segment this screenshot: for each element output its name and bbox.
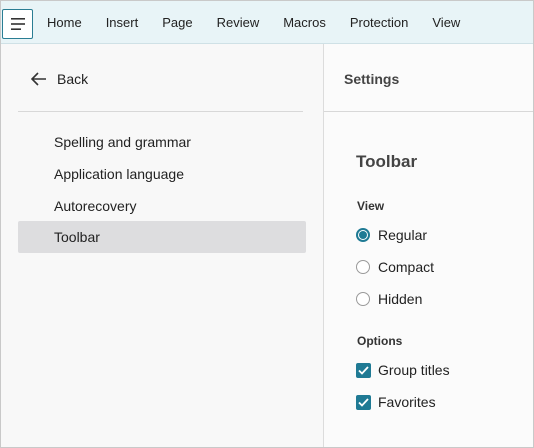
tab-review[interactable]: Review (205, 1, 272, 43)
tab-protection[interactable]: Protection (338, 1, 421, 43)
tab-macros[interactable]: Macros (271, 1, 338, 43)
main-menu-button[interactable] (2, 9, 33, 39)
page-title: Settings (344, 71, 400, 87)
tab-page[interactable]: Page (150, 1, 204, 43)
radio-button-selected[interactable] (356, 228, 370, 242)
checkmark-icon (358, 397, 369, 407)
checkbox-favorites[interactable]: Favorites (356, 392, 436, 412)
radio-label: Compact (378, 259, 435, 275)
sidebar-item-application-language[interactable]: Application language (18, 158, 306, 190)
header-divider (324, 111, 533, 112)
app-window: Home Insert Page Review Macros Protectio… (0, 0, 534, 448)
radio-regular[interactable]: Regular (356, 225, 427, 245)
sidebar-item-label: Spelling and grammar (54, 134, 191, 150)
radio-compact[interactable]: Compact (356, 257, 434, 277)
checkbox-checked[interactable] (356, 362, 371, 378)
settings-sidebar: Back Spelling and grammar Application la… (1, 44, 324, 447)
sidebar-item-label: Application language (54, 166, 184, 182)
sidebar-item-label: Autorecovery (54, 198, 137, 214)
radio-label: Hidden (378, 291, 423, 307)
arrow-left-icon (31, 72, 47, 86)
back-label: Back (57, 71, 89, 87)
tab-home[interactable]: Home (35, 1, 94, 43)
ribbon-tab-bar: Home Insert Page Review Macros Protectio… (1, 1, 533, 44)
radio-hidden[interactable]: Hidden (356, 289, 422, 309)
checkbox-checked[interactable] (356, 394, 371, 410)
checkbox-label: Favorites (378, 394, 436, 410)
sidebar-item-spelling-and-grammar[interactable]: Spelling and grammar (18, 126, 306, 158)
checkbox-group-titles[interactable]: Group titles (356, 360, 450, 380)
sidebar-divider (18, 111, 303, 112)
radio-label: Regular (378, 227, 428, 243)
sidebar-item-label: Toolbar (54, 229, 100, 245)
section-title: Toolbar (356, 152, 418, 171)
radio-button[interactable] (356, 292, 370, 306)
options-group-label: Options (357, 334, 403, 348)
sidebar-item-autorecovery[interactable]: Autorecovery (18, 190, 306, 222)
sidebar-item-toolbar[interactable]: Toolbar (18, 221, 306, 253)
ribbon-tabs: Home Insert Page Review Macros Protectio… (35, 1, 472, 43)
tab-insert[interactable]: Insert (94, 1, 151, 43)
settings-content: Settings Toolbar View Regular Compact Hi… (324, 44, 533, 447)
checkmark-icon (358, 365, 369, 375)
tab-view[interactable]: View (420, 1, 472, 43)
back-button[interactable]: Back (31, 68, 88, 90)
hamburger-menu-icon (10, 18, 25, 30)
checkbox-label: Group titles (378, 362, 450, 378)
radio-button[interactable] (356, 260, 370, 274)
view-group-label: View (357, 199, 385, 213)
